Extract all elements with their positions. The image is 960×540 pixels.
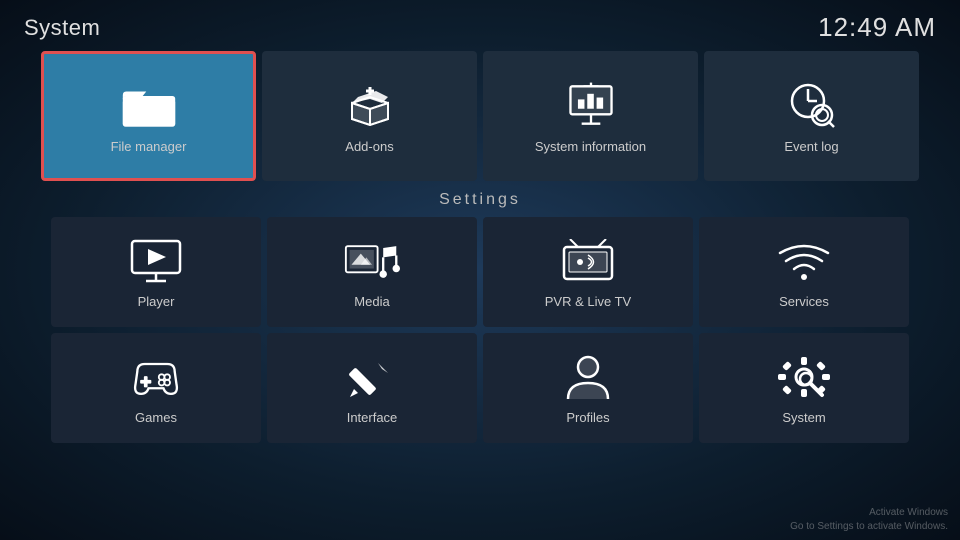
profiles-icon <box>560 352 616 404</box>
tile-system-information[interactable]: System information <box>483 51 698 181</box>
system-icon <box>776 352 832 404</box>
tile-pvr-live-tv-label: PVR & Live TV <box>545 294 631 309</box>
media-icon <box>344 236 400 288</box>
tile-event-log[interactable]: Event log <box>704 51 919 181</box>
clock: 12:49 AM <box>818 12 936 43</box>
settings-row-2: Games Interface <box>0 333 960 443</box>
windows-watermark-line1: Activate Windows <box>790 506 948 520</box>
header: System 12:49 AM <box>0 0 960 51</box>
tile-add-ons-label: Add-ons <box>345 139 393 154</box>
tile-event-log-label: Event log <box>784 139 838 154</box>
services-icon <box>776 236 832 288</box>
tile-profiles-label: Profiles <box>566 410 609 425</box>
tile-services-label: Services <box>779 294 829 309</box>
pvr-live-tv-icon <box>560 236 616 288</box>
tile-player[interactable]: Player <box>51 217 261 327</box>
tile-services[interactable]: Services <box>699 217 909 327</box>
tile-games[interactable]: Games <box>51 333 261 443</box>
tile-file-manager[interactable]: File manager <box>41 51 256 181</box>
event-log-icon <box>784 79 840 131</box>
tile-interface[interactable]: Interface <box>267 333 477 443</box>
games-icon <box>128 352 184 404</box>
player-icon <box>128 236 184 288</box>
tile-player-label: Player <box>138 294 175 309</box>
page-title: System <box>24 15 100 41</box>
windows-watermark-line2: Go to Settings to activate Windows. <box>790 520 948 534</box>
tile-system[interactable]: System <box>699 333 909 443</box>
system-information-icon <box>563 79 619 131</box>
file-manager-icon <box>121 79 177 131</box>
settings-row-1: Player Media <box>0 217 960 327</box>
tile-system-information-label: System information <box>535 139 646 154</box>
add-ons-icon <box>342 79 398 131</box>
tile-add-ons[interactable]: Add-ons <box>262 51 477 181</box>
tile-pvr-live-tv[interactable]: PVR & Live TV <box>483 217 693 327</box>
tile-profiles[interactable]: Profiles <box>483 333 693 443</box>
tile-media[interactable]: Media <box>267 217 477 327</box>
tile-file-manager-label: File manager <box>111 139 187 154</box>
interface-icon <box>344 352 400 404</box>
top-tiles-row: File manager <box>0 51 960 181</box>
tile-games-label: Games <box>135 410 177 425</box>
tile-system-label: System <box>782 410 825 425</box>
tile-media-label: Media <box>354 294 389 309</box>
kodi-system-page: System 12:49 AM File manager <box>0 0 960 540</box>
tile-interface-label: Interface <box>347 410 398 425</box>
settings-header: Settings <box>0 181 960 217</box>
windows-watermark: Activate Windows Go to Settings to activ… <box>790 506 948 534</box>
